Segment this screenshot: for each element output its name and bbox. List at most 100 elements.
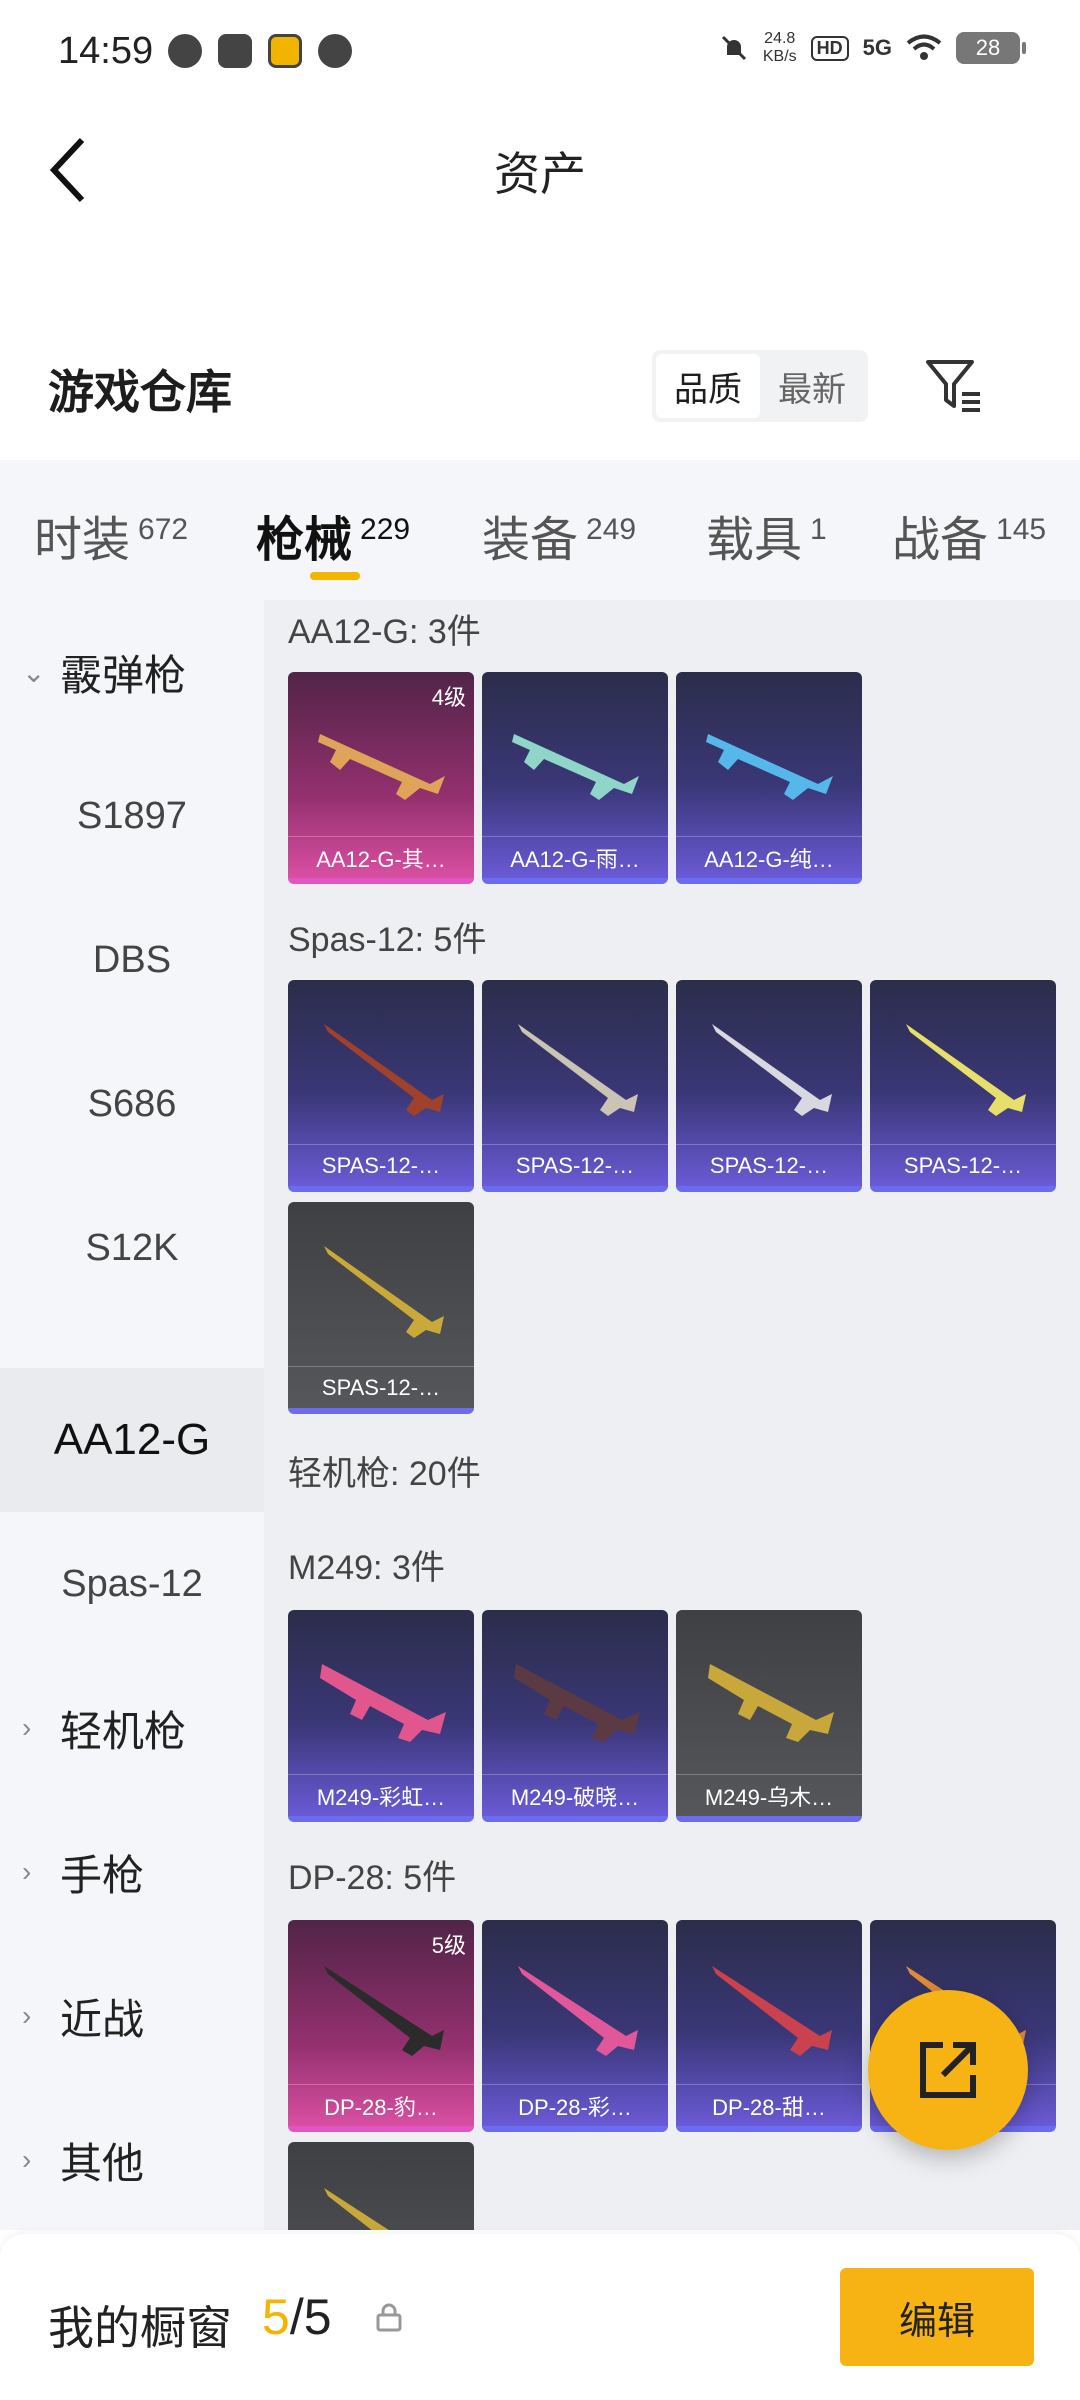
weapon-card[interactable]: DP-28-甜… — [676, 1920, 862, 2132]
share-external-icon — [920, 2042, 976, 2098]
mute-icon — [721, 35, 746, 61]
weapon-card[interactable]: M249-乌木… — [676, 1610, 862, 1822]
weapon-name: DP-28-甜… — [676, 2084, 862, 2126]
weapon-card[interactable]: M249-破晓… — [482, 1610, 668, 1822]
machine-gun-icon — [324, 2188, 389, 2230]
weapon-card[interactable]: M249-彩虹… — [288, 1610, 474, 1822]
system-indicators: 24.8 KB/s HD 5G 28 — [719, 30, 1026, 66]
weapon-name: AA12-G-纯… — [676, 836, 862, 878]
lock-icon — [376, 2303, 402, 2332]
share-button[interactable] — [868, 1990, 1028, 2150]
weapon-card[interactable]: SPAS-12-… — [288, 980, 474, 1192]
weapon-card[interactable]: SPAS-12-… — [288, 1202, 474, 1414]
machine-gun-icon — [514, 1664, 640, 1742]
weapon-name: SPAS-12-… — [288, 1144, 474, 1186]
tab-guns[interactable]: 枪械 229 — [256, 500, 410, 570]
weapon-grid: AA12-G: 3件 4级 AA12-G-其… AA12-G-雨… AA12-G… — [264, 600, 1080, 2230]
weapon-card[interactable]: AA12-G-纯… — [676, 672, 862, 884]
weapon-name: AA12-G-雨… — [482, 836, 668, 878]
weapon-name: AA12-G-其… — [288, 836, 474, 878]
sidebar-item-aa12g[interactable]: AA12-G — [0, 1368, 264, 1512]
5g-signal-icon: 5G — [862, 35, 892, 60]
sidebar-item-shotgun[interactable]: ⌄ 霰弹枪 — [0, 600, 264, 744]
sidebar-item-other[interactable]: › 其他 — [0, 2088, 264, 2232]
battery-icon: 28 — [956, 32, 1026, 64]
weapon-name: M249-彩虹… — [288, 1774, 474, 1816]
weapon-card[interactable]: 4级 AA12-G-其… — [288, 672, 474, 884]
hd-icon: HD — [810, 35, 849, 61]
weapon-card[interactable]: SPAS-12-… — [676, 980, 862, 1192]
app-badge-icon — [268, 34, 302, 68]
machine-gun-icon — [324, 1966, 444, 2056]
tab-gear[interactable]: 战备 145 — [892, 500, 1046, 570]
chevron-down-icon: ⌄ — [22, 656, 46, 688]
weapon-name: SPAS-12-… — [676, 1144, 862, 1186]
shotgun-icon — [324, 1024, 444, 1116]
filter-button[interactable] — [922, 354, 986, 418]
page-title: 资产 — [494, 148, 586, 200]
active-tab-indicator — [310, 572, 360, 580]
shotgun-icon — [324, 1246, 444, 1338]
chevron-right-icon: › — [22, 1856, 32, 1887]
weapon-name: M249-破晓… — [482, 1774, 668, 1816]
network-speed: 24.8 KB/s — [762, 30, 797, 65]
group-title: 轻机枪: 20件 — [288, 1455, 481, 1493]
rifle-icon — [318, 734, 445, 800]
machine-gun-icon — [320, 1664, 446, 1742]
group-title: DP-28: 5件 — [288, 1859, 457, 1897]
wifi-icon — [906, 34, 942, 60]
status-bar: 14:59 24.8 KB/s HD 5G 28 — [0, 0, 1080, 110]
weapon-name: SPAS-12-… — [288, 1366, 474, 1408]
weapon-type-sidebar: ⌄ 霰弹枪 S1897 DBS S686 S12K AA12-G Spas-12… — [0, 600, 264, 2230]
sort-toggle: 品质 最新 — [652, 350, 868, 422]
sidebar-item-lmg[interactable]: › 轻机枪 — [0, 1656, 264, 1800]
sidebar-item-spas12[interactable]: Spas-12 — [0, 1512, 264, 1656]
app-notification-icon — [168, 34, 202, 68]
section-title: 游戏仓库 — [48, 366, 232, 418]
weapon-card[interactable]: DP-28-彩… — [482, 1920, 668, 2132]
shotgun-icon — [712, 1024, 832, 1116]
notification-icons — [168, 34, 352, 68]
machine-gun-icon — [708, 1664, 834, 1742]
group-title: Spas-12: 5件 — [288, 921, 487, 959]
mail-icon — [218, 34, 252, 68]
level-badge: 5级 — [431, 1933, 466, 1958]
weapon-name: SPAS-12-… — [482, 1144, 668, 1186]
weapon-name: DP-28-彩… — [482, 2084, 668, 2126]
sidebar-item-s686[interactable]: S686 — [0, 1032, 264, 1176]
chevron-right-icon: › — [22, 1712, 32, 1743]
machine-gun-icon — [712, 1966, 832, 2056]
sidebar-item-melee[interactable]: › 近战 — [0, 1944, 264, 2088]
weapon-card[interactable]: AA12-G-雨… — [482, 672, 668, 884]
weapon-card[interactable] — [288, 2142, 474, 2230]
level-badge: 4级 — [431, 685, 466, 710]
rifle-icon — [512, 734, 639, 800]
showcase-label: 我的橱窗 — [48, 2302, 232, 2354]
group-title: M249: 3件 — [288, 1549, 445, 1587]
shotgun-icon — [906, 1024, 1026, 1116]
showcase-bar: 我的橱窗 5/5 编辑 — [0, 2234, 1080, 2400]
filter-icon — [926, 360, 980, 412]
tab-vehicles[interactable]: 载具 1 — [706, 500, 827, 570]
sort-latest-button[interactable]: 最新 — [760, 354, 864, 418]
machine-gun-icon — [518, 1966, 638, 2056]
weapon-name: DP-28-豹… — [288, 2084, 474, 2126]
sidebar-item-dbs[interactable]: DBS — [0, 888, 264, 1032]
clock: 14:59 — [58, 30, 154, 72]
tab-equipment[interactable]: 装备 249 — [482, 500, 636, 570]
showcase-count: 5/5 — [262, 2289, 332, 2345]
weapon-card[interactable]: SPAS-12-… — [482, 980, 668, 1192]
sort-quality-button[interactable]: 品质 — [656, 354, 760, 418]
category-tabs: 时装 672 枪械 229 装备 249 载具 1 战备 145 — [0, 460, 1080, 600]
rifle-icon — [706, 734, 833, 800]
weapon-card[interactable]: SPAS-12-… — [870, 980, 1056, 1192]
sidebar-item-pistol[interactable]: › 手枪 — [0, 1800, 264, 1944]
weapon-card[interactable]: 5级 DP-28-豹… — [288, 1920, 474, 2132]
edit-button[interactable]: 编辑 — [840, 2268, 1034, 2366]
chevron-right-icon: › — [22, 2144, 32, 2175]
tab-fashion[interactable]: 时装 672 — [34, 500, 188, 570]
weapon-name: SPAS-12-… — [870, 1144, 1056, 1186]
sidebar-item-s1897[interactable]: S1897 — [0, 744, 264, 888]
chevron-right-icon: › — [22, 2000, 32, 2031]
sidebar-item-s12k[interactable]: S12K — [0, 1176, 264, 1320]
